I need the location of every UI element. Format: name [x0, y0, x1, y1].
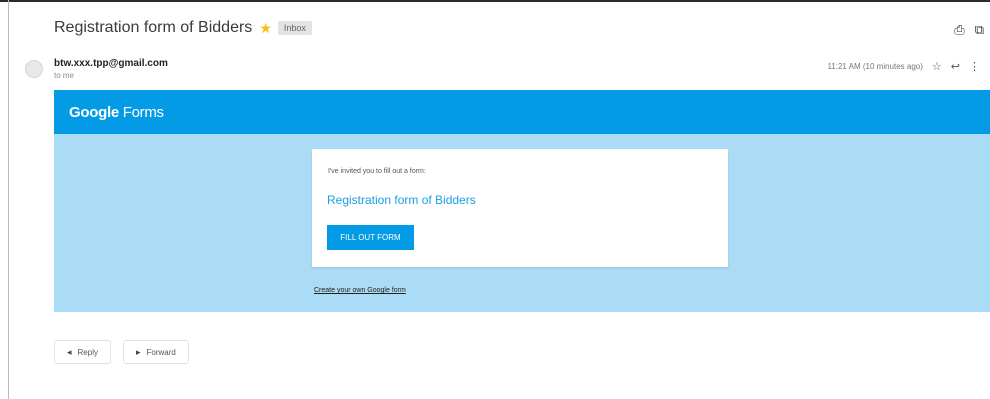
form-title[interactable]: Registration form of Bidders — [327, 193, 476, 207]
more-options-icon[interactable]: ⋮ — [969, 60, 980, 73]
star-outline-icon[interactable]: ☆ — [932, 60, 942, 73]
top-actions: ⎙ ⧉ — [954, 22, 984, 38]
reply-icon[interactable]: ↩ — [951, 60, 960, 73]
brand-google: Google — [69, 103, 119, 121]
email-subject: Registration form of Bidders — [54, 19, 253, 36]
sender-block: btw.xxx.tpp@gmail.com to me — [54, 58, 168, 80]
forward-button[interactable]: ▸ Forward — [122, 340, 189, 364]
reply-label: Reply — [77, 347, 98, 357]
fill-out-form-button[interactable]: FILL OUT FORM — [327, 225, 414, 250]
brand-forms: Forms — [122, 103, 164, 121]
window-left-border — [8, 0, 9, 399]
form-invite-card: I've invited you to fill out a form: Reg… — [312, 149, 728, 267]
message-meta: 11:21 AM (10 minutes ago) ☆ ↩ ⋮ — [827, 60, 980, 73]
email-subject-row: Registration form of Bidders ★ Inbox — [54, 19, 312, 37]
recipient-text[interactable]: to me — [54, 71, 168, 80]
google-forms-logo: Google Forms — [69, 104, 164, 121]
forward-label: Forward — [146, 347, 176, 357]
timestamp: 11:21 AM (10 minutes ago) — [827, 62, 923, 71]
popout-icon[interactable]: ⧉ — [975, 22, 984, 38]
google-forms-header: Google Forms — [54, 90, 990, 134]
create-form-link[interactable]: Create your own Google form — [314, 287, 406, 294]
reply-arrow-icon: ◂ — [67, 346, 72, 357]
google-forms-body: I've invited you to fill out a form: Reg… — [54, 134, 990, 312]
reply-button[interactable]: ◂ Reply — [54, 340, 111, 364]
print-icon[interactable]: ⎙ — [954, 22, 964, 38]
forward-arrow-icon: ▸ — [135, 346, 141, 357]
avatar — [25, 60, 43, 78]
invite-text: I've invited you to fill out a form: — [328, 168, 426, 175]
sender-email: btw.xxx.tpp@gmail.com — [54, 58, 168, 69]
inbox-label-chip[interactable]: Inbox — [277, 21, 312, 35]
window-top-border — [0, 0, 990, 2]
email-actions: ◂ Reply ▸ Forward — [54, 340, 189, 364]
star-icon[interactable]: ★ — [259, 20, 272, 37]
